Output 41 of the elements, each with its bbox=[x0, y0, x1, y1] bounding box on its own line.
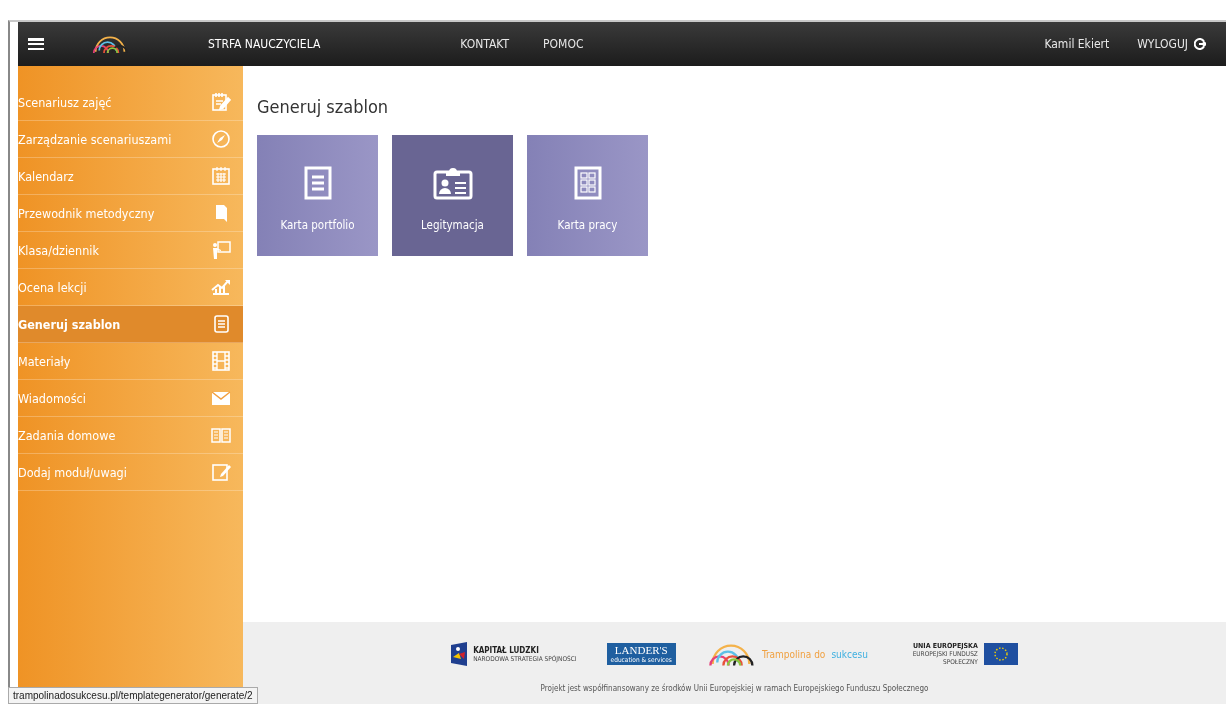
section-title[interactable]: STRFA NAUCZYCIELA bbox=[208, 37, 321, 51]
open-book-icon bbox=[211, 425, 231, 445]
funding-note: Projekt jest współfinansowany ze środków Unii Europejskiej w ramach Europejskiego Funduszu Społecznego bbox=[540, 684, 929, 693]
sidebar-item[interactable]: Materiały bbox=[18, 343, 243, 380]
menu-icon[interactable] bbox=[28, 38, 44, 50]
user-name: Kamil Ekiert bbox=[1044, 37, 1110, 51]
eu-flag bbox=[983, 643, 1018, 665]
id-badge-icon bbox=[432, 166, 473, 200]
rising-chart-icon bbox=[211, 277, 231, 297]
document-icon bbox=[211, 314, 231, 334]
sidebar-item[interactable]: Zarządzanie scenariuszami bbox=[18, 121, 243, 158]
nav-link[interactable]: POMOC bbox=[543, 37, 584, 51]
document-icon bbox=[303, 166, 332, 200]
sidebar-item[interactable]: Dodaj moduł/uwagi bbox=[18, 454, 243, 491]
template-tile[interactable]: Legitymacja bbox=[392, 135, 513, 256]
sidebar-item[interactable]: Generuj szablon bbox=[18, 306, 243, 343]
logo-subtitle: sukcesu bbox=[831, 648, 868, 660]
sidebar-item[interactable]: Klasa/dziennik bbox=[18, 232, 243, 269]
nav-link[interactable]: KONTAKT bbox=[460, 37, 510, 51]
logo-title: KAPITAŁ LUDZKI bbox=[473, 645, 540, 655]
clipboard-pencil-icon bbox=[211, 462, 231, 482]
logo-title: Trampolina do bbox=[761, 648, 826, 660]
page-title: Generuj szablon bbox=[257, 96, 390, 117]
template-tile[interactable]: Karta portfolio bbox=[257, 135, 378, 256]
teacher-board-icon bbox=[211, 240, 231, 260]
logout-icon bbox=[1194, 38, 1206, 50]
checklist-icon bbox=[573, 166, 602, 200]
calendar-icon bbox=[211, 166, 231, 186]
template-tile[interactable]: Karta pracy bbox=[527, 135, 648, 256]
film-strip-icon bbox=[211, 351, 231, 371]
flag-star-logo bbox=[451, 642, 468, 666]
sidebar-item[interactable]: Wiadomości bbox=[18, 380, 243, 417]
sidebar-item[interactable]: Zadania domowe bbox=[18, 417, 243, 454]
compass-icon bbox=[211, 129, 231, 149]
sidebar-item[interactable]: Kalendarz bbox=[18, 158, 243, 195]
envelope-icon bbox=[211, 388, 231, 408]
notepad-icon bbox=[211, 92, 231, 112]
sidebar-item[interactable]: Przewodnik metodyczny bbox=[18, 195, 243, 232]
status-bar-url: trampolinadosukcesu.pl/templategenerator/generate/2 bbox=[8, 687, 258, 704]
sidebar-item[interactable]: Scenariusz zajęć bbox=[18, 84, 243, 121]
logout-button[interactable]: WYLOGUJ bbox=[1137, 37, 1206, 51]
